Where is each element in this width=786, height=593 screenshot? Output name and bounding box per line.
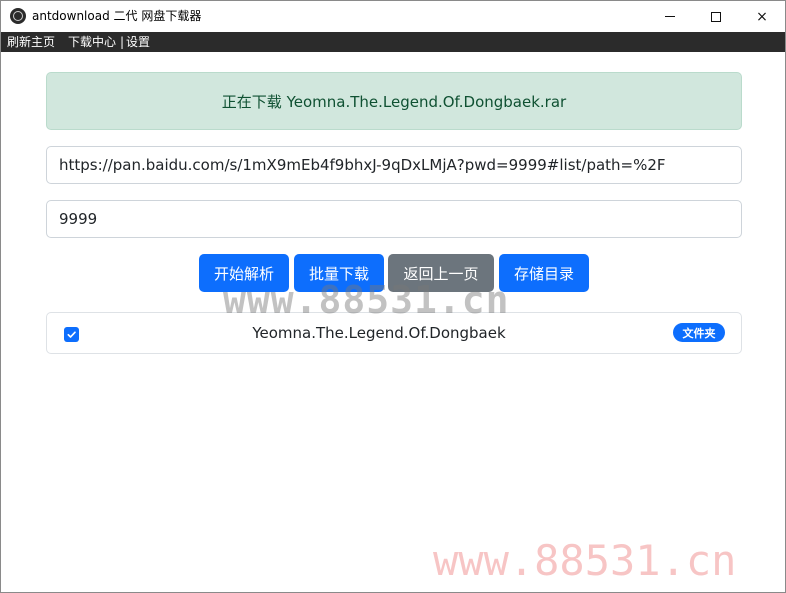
share-url-input[interactable]: https://pan.baidu.com/s/1mX9mEb4f9bhxJ-9… [46, 146, 742, 184]
title-bar[interactable]: antdownload 二代 网盘下载器 × [1, 1, 785, 32]
menu-separator: | [120, 35, 125, 49]
maximize-icon [711, 11, 721, 22]
close-icon: × [756, 8, 768, 25]
app-window: antdownload 二代 网盘下载器 × 刷新主页 下载中心 | 设置 正在… [0, 0, 786, 593]
download-status-alert: 正在下载 Yeomna.The.Legend.Of.Dongbaek.rar [46, 72, 742, 130]
antdownload-logo-icon [10, 8, 26, 24]
close-button[interactable]: × [739, 1, 785, 32]
storage-directory-button[interactable]: 存储目录 [499, 254, 589, 292]
menu-item-refresh-home[interactable]: 刷新主页 [7, 32, 55, 52]
menu-item-download-center[interactable]: 下载中心 [68, 32, 116, 52]
extract-code-value: 9999 [59, 210, 98, 228]
folder-type-badge: 文件夹 [673, 323, 725, 342]
watermark-corner: www.88531.cn [433, 536, 737, 585]
window-title: antdownload 二代 网盘下载器 [32, 9, 202, 23]
minimize-button[interactable] [647, 1, 693, 32]
minimize-icon [665, 16, 675, 17]
menu-item-settings[interactable]: 设置 [126, 32, 150, 52]
watermark-center: www.88531.cn [223, 278, 510, 322]
maximize-button[interactable] [693, 1, 739, 32]
download-status-text: 正在下载 Yeomna.The.Legend.Of.Dongbaek.rar [221, 92, 567, 111]
menu-bar: 刷新主页 下载中心 | 设置 [1, 32, 785, 52]
share-url-value: https://pan.baidu.com/s/1mX9mEb4f9bhxJ-9… [59, 156, 666, 174]
extract-code-input[interactable]: 9999 [46, 200, 742, 238]
